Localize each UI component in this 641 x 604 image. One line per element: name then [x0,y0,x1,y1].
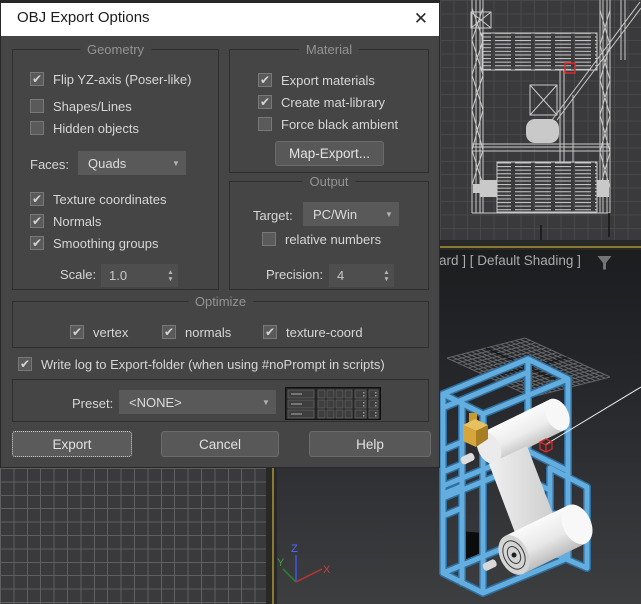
checkbox-box[interactable] [258,95,272,109]
checkbox-normals[interactable]: Normals [30,213,101,229]
checkbox-shapes-lines[interactable]: Shapes/Lines [30,98,132,114]
checkbox-relative-numbers[interactable]: relative numbers [262,231,381,247]
checkbox-box[interactable] [258,73,272,87]
chevron-down-icon: ▼ [262,397,270,407]
geometry-group-title: Geometry [79,42,152,57]
selection-marker-red [539,438,553,453]
application-window: ard ] [ Default Shading ] Z X Y OBJ Expo… [0,0,641,604]
checkbox-write-log[interactable]: Write log to Export-folder (when using #… [18,356,385,372]
spinner-arrows-icon[interactable]: ▲ ▼ [379,269,394,283]
axis-gizmo: Z X Y [277,543,331,583]
active-viewport-border [440,246,641,248]
axis-z-label: Z [291,543,298,555]
faces-label: Faces: [30,157,70,172]
chevron-down-icon: ▼ [385,209,393,219]
checkbox-force-black-ambient[interactable]: Force black ambient [258,116,398,132]
checkbox-texture-coordinates[interactable]: Texture coordinates [30,191,166,207]
viewport-front-wireframe[interactable] [440,0,641,243]
viewport-splitter-vertical[interactable] [266,468,277,604]
output-group-title: Output [302,174,356,189]
material-group-title: Material [298,42,360,57]
spinner-arrows-icon[interactable]: ▲ ▼ [163,269,178,283]
axis-x-label: X [323,564,331,576]
chevron-down-icon: ▼ [172,158,180,168]
faces-dropdown[interactable]: Quads ▼ [78,151,186,175]
checkbox-flip-yz-axis[interactable]: Flip YZ-axis (Poser-like) [30,71,191,87]
dialog-title: OBJ Export Options [17,9,150,26]
obj-export-options-dialog: OBJ Export Options ✕ Geometry Flip YZ-ax… [0,0,440,468]
optimize-group-title: Optimize [187,294,254,309]
checkbox-optimize-vertex[interactable]: vertex [70,324,128,340]
checkbox-export-materials[interactable]: Export materials [258,72,375,88]
checkbox-hidden-objects[interactable]: Hidden objects [30,120,139,136]
target-dropdown[interactable]: PC/Win ▼ [303,202,399,226]
checkbox-optimize-normals[interactable]: normals [162,324,231,340]
cancel-button[interactable]: Cancel [161,431,279,457]
checkbox-box[interactable] [30,99,44,113]
target-label: Target: [253,208,293,223]
scale-label: Scale: [60,267,97,282]
checkbox-box[interactable] [30,72,44,86]
viewport-splitter-horizontal[interactable] [440,240,641,250]
wireframe-machine-drawing [470,0,641,243]
preset-dropdown[interactable]: <NONE> ▼ [119,390,276,414]
checkbox-create-mat-library[interactable]: Create mat-library [258,94,385,110]
preset-label: Preset: [72,396,114,411]
export-button[interactable]: Export [12,431,132,457]
checkbox-box[interactable] [30,214,44,228]
checkbox-box[interactable] [18,357,32,371]
active-viewport-border [272,468,274,604]
map-export-button[interactable]: Map-Export... [275,141,384,166]
checkbox-optimize-texture-coord[interactable]: texture-coord [263,324,363,340]
checkbox-box[interactable] [258,117,272,131]
checkbox-box[interactable] [30,192,44,206]
precision-label: Precision: [266,267,324,282]
help-button[interactable]: Help [309,431,431,457]
checkbox-box[interactable] [162,325,176,339]
close-icon[interactable]: ✕ [414,8,428,30]
preset-toolbar-icon[interactable] [285,387,381,425]
viewport-bottom-left-grid[interactable] [0,468,266,604]
checkbox-box[interactable] [30,121,44,135]
checkbox-box[interactable] [263,325,277,339]
checkbox-box[interactable] [262,232,276,246]
axis-y-label: Y [277,557,285,569]
checkbox-box[interactable] [70,325,84,339]
dialog-titlebar[interactable]: OBJ Export Options ✕ [1,0,439,36]
precision-field[interactable]: 4 ▲ ▼ [329,264,394,287]
checkbox-smoothing-groups[interactable]: Smoothing groups [30,235,159,251]
scale-field[interactable]: 1.0 ▲ ▼ [101,264,178,287]
checkbox-box[interactable] [30,236,44,250]
